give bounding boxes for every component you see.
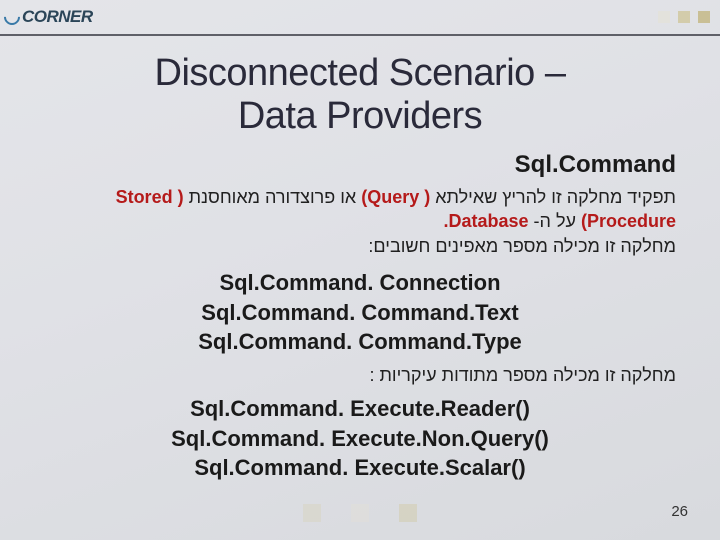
keyword-stored: Stored )	[116, 187, 189, 207]
slide-title: Disconnected Scenario – Data Providers	[40, 52, 680, 137]
methods-list: Sql.Command. Execute.Reader() Sql.Comman…	[40, 394, 680, 483]
keyword-query: (Query )	[356, 187, 435, 207]
property-commandtype: Sql.Command. Command.Type	[40, 327, 680, 357]
body-text-1: Stored ) תנסחואמ הרודצורפ וא (Query ) את…	[40, 185, 680, 258]
square-icon	[678, 11, 690, 23]
page-number: 26	[671, 503, 688, 520]
body-text-2: מחלקה זו מכילה מספר מתודות עיקריות :	[40, 365, 680, 386]
title-line-2: Data Providers	[238, 95, 482, 137]
method-executereader: Sql.Command. Execute.Reader()	[40, 394, 680, 424]
slide-content: Disconnected Scenario – Data Providers S…	[0, 44, 720, 491]
square-icon	[399, 504, 417, 522]
property-connection: Sql.Command. Connection	[40, 268, 680, 298]
square-icon	[303, 504, 321, 522]
logo-swirl-icon	[1, 6, 24, 29]
title-line-1: Disconnected Scenario –	[155, 52, 566, 94]
square-icon	[698, 11, 710, 23]
slide-subtitle: Sql.Command	[40, 151, 680, 179]
square-icon	[351, 504, 369, 522]
footer-squares-icon	[303, 504, 417, 522]
square-icon	[658, 11, 670, 23]
method-executenonquery: Sql.Command. Execute.Non.Query()	[40, 424, 680, 454]
keyword-procedure: (Procedure	[576, 211, 676, 231]
logo-text: CORNER	[22, 7, 93, 27]
logo: CORNER	[6, 7, 93, 27]
header-bar: CORNER	[0, 0, 720, 36]
header-squares-icon	[658, 11, 710, 23]
keyword-database: .Database	[444, 211, 534, 231]
property-commandtext: Sql.Command. Command.Text	[40, 298, 680, 328]
method-executescalar: Sql.Command. Execute.Scalar()	[40, 453, 680, 483]
properties-list: Sql.Command. Connection Sql.Command. Com…	[40, 268, 680, 357]
